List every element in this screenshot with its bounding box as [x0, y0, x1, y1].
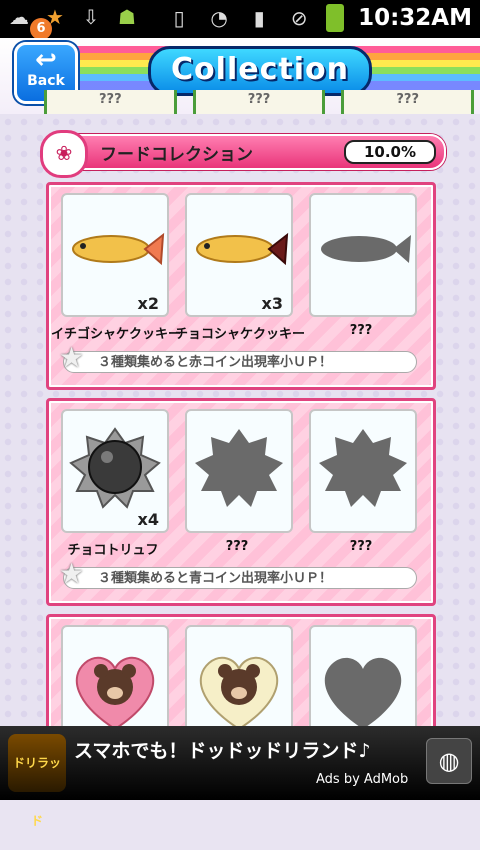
status-bar: ☁ 6 ★ ⇩ ☗ ▯ ◔ ▮ ⊘ 10:32AM	[0, 0, 480, 40]
bear-heart-cake-pink-icon	[75, 656, 155, 726]
bonus-text: ３種類集めると青コイン出現率小ＵＰ！	[63, 567, 417, 589]
clock: 10:32AM	[358, 5, 472, 31]
globe-icon[interactable]: ◍	[426, 738, 472, 784]
ad-text[interactable]: スマホでも！ドッドッドリランド♪	[74, 736, 371, 763]
item-name: ???	[349, 323, 373, 338]
item-name: チョコトリュフ	[67, 543, 159, 558]
page-title: Collection	[148, 46, 372, 96]
strawberry-fish-cookie-icon	[72, 232, 165, 266]
choco-fish-cookie-icon	[196, 232, 289, 266]
collection-slot[interactable]: x2	[61, 193, 169, 317]
star-icon: ★	[59, 341, 85, 374]
wifi-icon: ◔	[210, 6, 228, 30]
android-icon: ☗	[118, 5, 136, 29]
back-arrow-icon: ↩	[35, 45, 57, 75]
collection-card: x2 x3 イチゴシャケクッキー チョコシャケクッキー ??? ３種類集めると赤…	[46, 182, 436, 390]
vibrate-icon: ▯	[173, 6, 185, 30]
ad-banner[interactable]: ドリラッド スマホでも！ドッドッドリランド♪ Ads by AdMob ◍	[0, 726, 480, 828]
collection-card: x4 チョコトリュフ ??? ??? ３種類集めると青コイン出現率小ＵＰ！ ★	[46, 398, 436, 606]
sd-card-icon: ▮	[253, 6, 265, 30]
collection-card	[46, 614, 436, 726]
item-count: x3	[261, 294, 283, 313]
collection-slot[interactable]	[309, 625, 417, 726]
item-name: イチゴシャケクッキー	[51, 327, 182, 342]
collection-slot[interactable]	[309, 193, 417, 317]
ad-attribution: Ads by AdMob	[316, 772, 409, 787]
candy-icon: ❀	[40, 130, 88, 178]
bonus-text: ３種類集めると赤コイン出現率小ＵＰ！	[63, 351, 417, 373]
heart-silhouette-icon	[324, 657, 402, 726]
item-name: ???	[349, 539, 373, 554]
truffle-silhouette-icon	[319, 429, 407, 507]
no-signal-icon: ⊘	[290, 6, 308, 30]
notification-count-badge: 6	[30, 18, 52, 40]
collection-slot[interactable]: x3	[185, 193, 293, 317]
battery-icon	[326, 4, 345, 32]
chocolate-truffle-icon	[69, 427, 161, 509]
item-count: x2	[137, 294, 159, 313]
item-count: x4	[137, 510, 159, 529]
collection-slot[interactable]	[185, 625, 293, 726]
back-label: Back	[27, 73, 65, 89]
collection-slot[interactable]	[309, 409, 417, 533]
collection-slot[interactable]	[61, 625, 169, 726]
notification-icon: ☁	[9, 5, 29, 29]
collection-slot[interactable]: x4	[61, 409, 169, 533]
item-name: ???	[225, 539, 249, 554]
fish-silhouette-icon	[321, 235, 411, 263]
ad-logo[interactable]: ドリラッド	[8, 734, 66, 828]
bear-heart-cake-white-icon	[199, 656, 279, 726]
collection-scroll-area[interactable]: ❀ フードコレクション 10.0% x2 x3 イチゴシャケクッキー チョコシャ…	[0, 114, 480, 726]
star-icon: ★	[59, 557, 85, 590]
truffle-silhouette-icon	[195, 429, 283, 507]
completion-percent: 10.0%	[344, 140, 436, 164]
collection-slot[interactable]	[185, 409, 293, 533]
download-icon: ⇩	[82, 5, 100, 29]
section-header: ❀ フードコレクション 10.0%	[40, 130, 446, 178]
item-name: チョコシャケクッキー	[175, 327, 306, 342]
section-title: フードコレクション	[100, 145, 253, 165]
